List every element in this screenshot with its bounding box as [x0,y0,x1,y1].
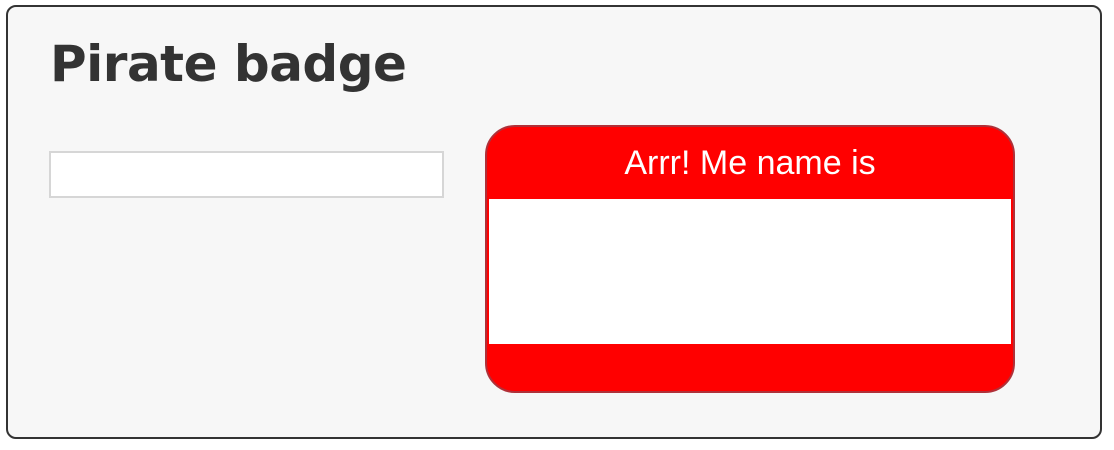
badge-name [489,199,1011,344]
name-input[interactable] [49,151,444,198]
page-title: Pirate badge [50,35,407,93]
badge-header: Arrr! Me name is [624,143,876,182]
name-badge: Arrr! Me name is [485,125,1015,393]
pirate-badge-card: Pirate badge Arrr! Me name is [6,5,1102,439]
